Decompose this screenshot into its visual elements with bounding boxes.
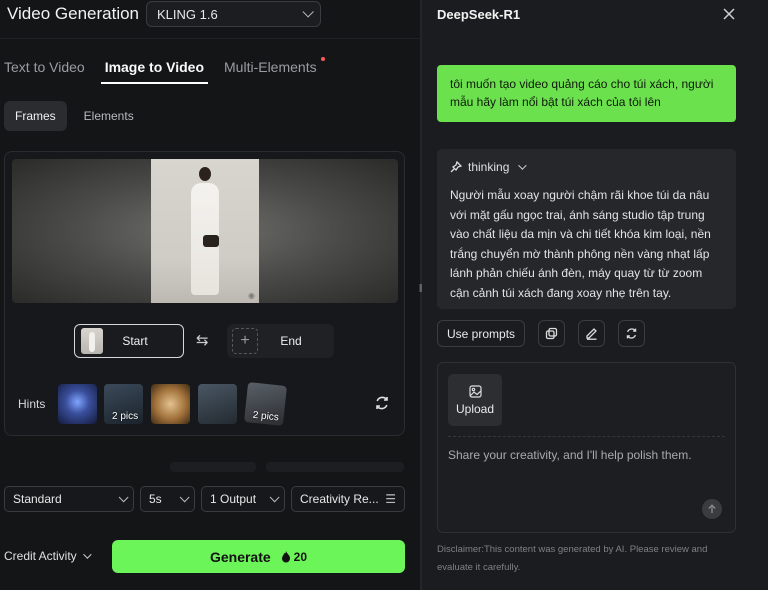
thinking-text: Người mẫu xoay người chậm rãi khoe túi d… (450, 188, 711, 300)
sub-tabs: Frames Elements (4, 101, 145, 131)
mode-tabs: Text to Video Image to Video Multi-Eleme… (0, 57, 325, 86)
outputs-select[interactable]: 1 Output (201, 486, 285, 512)
generate-cost: 20 (281, 550, 307, 564)
disclaimer-text: Disclaimer:This content was generated by… (437, 544, 708, 573)
close-icon[interactable] (722, 7, 736, 21)
mode-select[interactable]: Standard (4, 486, 134, 512)
upload-label: Upload (455, 401, 495, 416)
chevron-down-icon (269, 491, 280, 502)
tab-text-to-video[interactable]: Text to Video (0, 58, 89, 82)
pin-icon (450, 161, 462, 173)
use-prompts-button[interactable]: Use prompts (437, 320, 526, 347)
end-frame-label: End (280, 334, 302, 348)
tab-image-to-video[interactable]: Image to Video (100, 58, 209, 84)
hint-count-badge: 2 pics (252, 409, 280, 424)
hints-label: Hints (18, 397, 46, 411)
chat-composer[interactable]: Upload Share your creativity, and I'll h… (437, 362, 736, 533)
tab-multi-elements-label: Multi-Elements (224, 59, 317, 75)
faded-toolbar (170, 462, 404, 472)
generate-button[interactable]: Generate 20 (112, 540, 405, 573)
sub-tab-elements[interactable]: Elements (73, 101, 145, 131)
chevron-down-icon (518, 161, 528, 170)
image-preview[interactable]: ◉ (12, 159, 398, 303)
model-select[interactable]: KLING 1.6 (146, 1, 321, 27)
new-dot-icon (320, 57, 325, 61)
uploaded-photo: ◉ (151, 159, 259, 303)
upload-button[interactable]: Upload (448, 374, 502, 426)
composer-divider (448, 436, 725, 437)
watermark-icon: ◉ (248, 291, 255, 300)
video-generation-panel: Video Generation KLING 1.6 Text to Video… (0, 0, 420, 590)
thinking-label: thinking (468, 160, 510, 174)
assistant-title: DeepSeek-R1 (437, 7, 521, 22)
hint-thumbnail[interactable]: 2 pics (104, 384, 143, 424)
message-actions: Use prompts (437, 320, 646, 347)
chevron-down-icon (179, 491, 190, 502)
credit-activity-dropdown[interactable]: Credit Activity (4, 549, 92, 563)
credit-icon (281, 550, 290, 562)
duration-select[interactable]: 5s (140, 486, 195, 512)
image-icon (468, 384, 482, 398)
hint-thumbnail[interactable]: 2 pics (244, 382, 287, 426)
edit-button[interactable] (578, 320, 606, 347)
composer-input[interactable]: Share your creativity, and I'll help pol… (448, 448, 692, 462)
sub-tab-frames[interactable]: Frames (4, 101, 67, 131)
header-divider (0, 38, 420, 39)
regenerate-button[interactable] (618, 320, 646, 347)
start-frame-label: Start (122, 334, 148, 348)
pencil-icon (586, 328, 597, 340)
arrow-up-icon (708, 504, 716, 513)
chevron-down-icon (118, 491, 129, 502)
copy-button[interactable] (538, 320, 566, 347)
sliders-icon: ☰ (385, 492, 396, 506)
thinking-toggle[interactable]: thinking (450, 160, 723, 174)
refresh-icon (626, 328, 637, 339)
frames-box: ◉ Start ⇆ + End Hints 2 pics 2 pics (4, 151, 405, 436)
assistant-panel: DeepSeek-R1 tôi muốn tạo video quảng cáo… (422, 0, 768, 590)
generate-label: Generate (209, 548, 271, 565)
thinking-box: thinking Người mẫu xoay người chậm rãi k… (437, 149, 736, 309)
hint-count-badge: 2 pics (112, 411, 139, 422)
swap-frames-icon[interactable]: ⇆ (196, 331, 209, 349)
tab-multi-elements[interactable]: Multi-Elements (220, 57, 325, 82)
chevron-down-icon (302, 6, 314, 18)
start-frame-thumbnail (81, 328, 103, 354)
send-button[interactable] (702, 499, 722, 519)
creativity-select[interactable]: Creativity Re... ☰ (291, 486, 405, 512)
hint-thumbnail[interactable] (198, 384, 237, 424)
plus-icon: + (232, 328, 258, 354)
copy-icon (545, 327, 558, 340)
chevron-down-icon (82, 550, 92, 559)
model-select-value: KLING 1.6 (157, 6, 218, 22)
handbag-shape (203, 235, 219, 247)
user-message-bubble: tôi muốn tạo video quảng cáo cho túi xác… (437, 65, 736, 122)
end-frame-button[interactable]: + End (227, 324, 334, 358)
hint-thumbnail[interactable] (151, 384, 190, 424)
page-title: Video Generation (7, 4, 140, 23)
refresh-hints-icon[interactable] (374, 395, 390, 411)
start-frame-button[interactable]: Start (74, 324, 184, 358)
hint-thumbnail[interactable] (58, 384, 97, 424)
